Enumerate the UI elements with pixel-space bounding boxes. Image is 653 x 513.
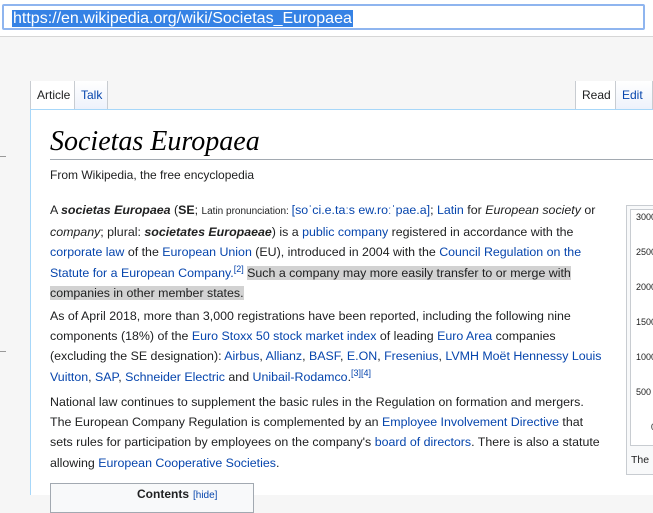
page-header-background bbox=[0, 37, 653, 81]
url-text[interactable]: https://en.wikipedia.org/wiki/Societas_E… bbox=[12, 10, 353, 27]
left-sidebar bbox=[0, 81, 30, 494]
tab-edit[interactable]: Edit bbox=[615, 81, 653, 109]
tab-talk[interactable]: Talk bbox=[74, 81, 108, 109]
url-input[interactable]: https://en.wikipedia.org/wiki/Societas_E… bbox=[2, 4, 645, 30]
european-union-link[interactable]: European Union bbox=[162, 245, 252, 259]
table-of-contents: Contents [hide] bbox=[50, 483, 254, 513]
article-content: Societas Europaea From Wikipedia, the fr… bbox=[30, 109, 653, 513]
intro-paragraph: A societas Europaea (SE; Latin pronuncia… bbox=[50, 203, 596, 300]
tab-read[interactable]: Read bbox=[575, 81, 615, 109]
basf-link[interactable]: BASF bbox=[309, 349, 340, 363]
sap-link[interactable]: SAP bbox=[95, 370, 118, 384]
employee-involvement-link[interactable]: Employee Involvement Directive bbox=[382, 415, 559, 429]
chart-tick-label: 2500 bbox=[636, 247, 653, 257]
european-cooperative-link[interactable]: European Cooperative Societies bbox=[98, 456, 276, 470]
euro-stoxx-link[interactable]: Euro Stoxx 50 stock market index bbox=[192, 329, 377, 343]
latin-link[interactable]: Latin bbox=[437, 203, 464, 217]
chart-thumbnail[interactable]: 3000 2500 2000 1500 1000 500 0 The bbox=[626, 205, 653, 475]
unibail-rodamco-link[interactable]: Unibail-Rodamco bbox=[253, 370, 348, 384]
board-of-directors-link[interactable]: board of directors bbox=[375, 435, 471, 449]
toc-hide-link[interactable]: [hide] bbox=[193, 490, 217, 501]
euro-area-link[interactable]: Euro Area bbox=[437, 329, 492, 343]
airbus-link[interactable]: Airbus bbox=[224, 349, 259, 363]
title-divider bbox=[50, 159, 653, 160]
public-company-link[interactable]: public company bbox=[302, 225, 388, 239]
sidebar-divider bbox=[0, 351, 6, 352]
term-societas-europaea: societas Europaea bbox=[61, 203, 171, 217]
chart-tick-label: 2000 bbox=[636, 282, 653, 292]
page-title: Societas Europaea bbox=[50, 126, 260, 157]
sidebar-divider bbox=[0, 156, 6, 157]
allianz-link[interactable]: Allianz bbox=[266, 349, 303, 363]
schneider-electric-link[interactable]: Schneider Electric bbox=[125, 370, 225, 384]
chart-tick-label: 1000 bbox=[636, 352, 653, 362]
fresenius-link[interactable]: Fresenius bbox=[384, 349, 438, 363]
eon-link[interactable]: E.ON bbox=[347, 349, 377, 363]
reference-3-4[interactable]: [3][4] bbox=[351, 367, 371, 377]
tab-article[interactable]: Article bbox=[30, 81, 74, 109]
address-bar[interactable]: https://en.wikipedia.org/wiki/Societas_E… bbox=[0, 0, 653, 37]
chart-tick-label: 3000 bbox=[636, 212, 653, 222]
chart-caption: The bbox=[631, 454, 650, 466]
chart-tick-label: 1500 bbox=[636, 317, 653, 327]
registrations-paragraph: As of April 2018, more than 3,000 regist… bbox=[50, 309, 602, 384]
ipa-link[interactable]: [soˈci.e.taːs ew.roːˈpae.a] bbox=[292, 203, 430, 217]
chart-tick-label: 500 bbox=[636, 387, 652, 397]
reference-2[interactable]: [2] bbox=[234, 263, 244, 273]
national-law-paragraph: National law continues to supplement the… bbox=[50, 395, 600, 470]
page-tabs: Article Talk Read Edit bbox=[30, 81, 653, 109]
chart-plot-area bbox=[630, 209, 653, 446]
toc-heading: Contents [hide] bbox=[137, 487, 218, 501]
site-tagline: From Wikipedia, the free encyclopedia bbox=[50, 168, 255, 182]
corporate-law-link[interactable]: corporate law bbox=[50, 245, 124, 259]
